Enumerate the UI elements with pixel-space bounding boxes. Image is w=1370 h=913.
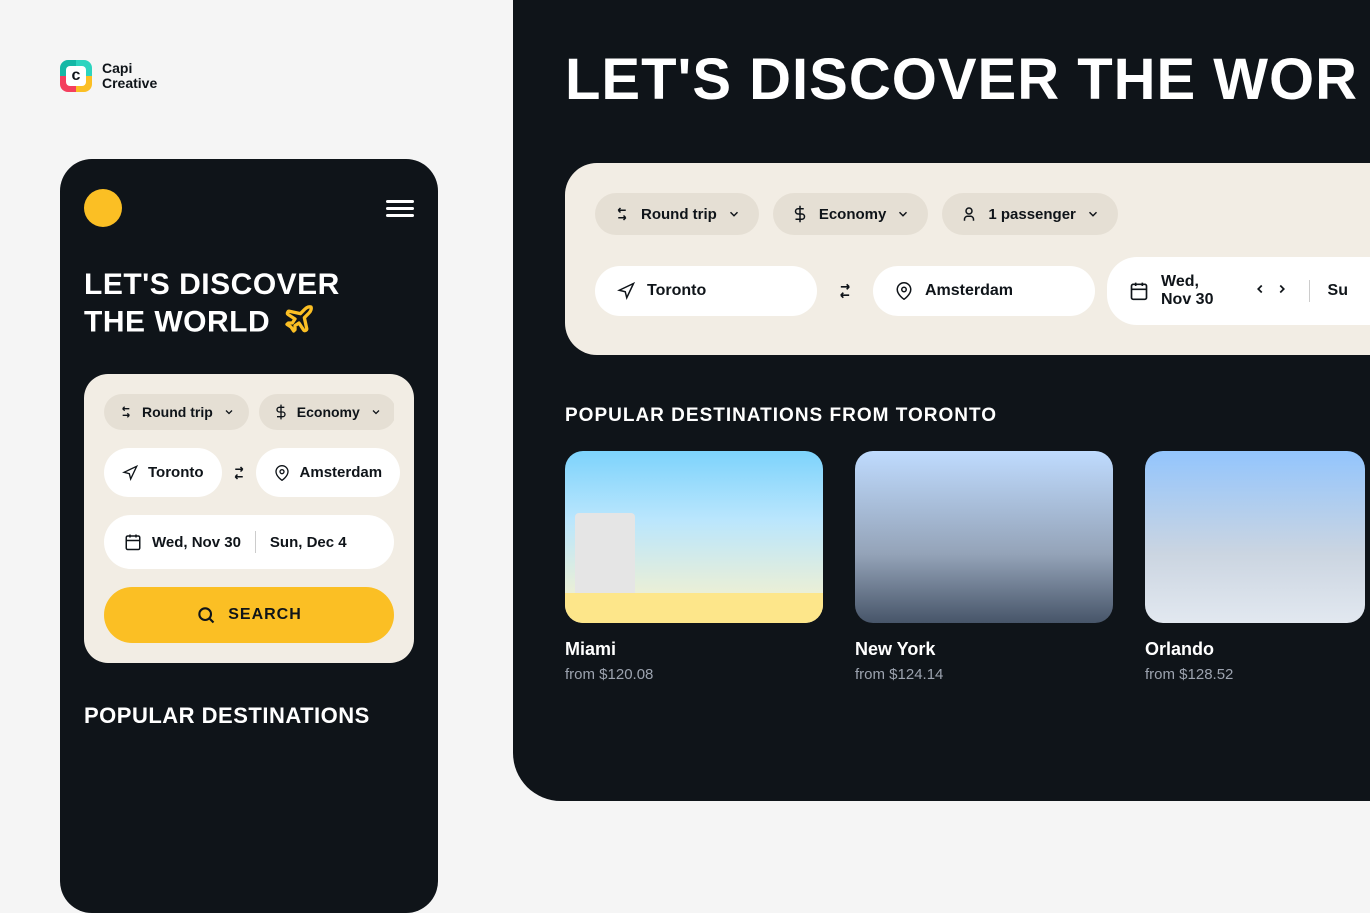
destination-image — [1145, 451, 1365, 623]
search-label: SEARCH — [228, 606, 302, 624]
from-input[interactable]: Toronto — [104, 448, 222, 497]
to-value: Amsterdam — [925, 282, 1013, 300]
date-input[interactable]: Wed, Nov 30 Sun, Dec 4 — [104, 515, 394, 569]
destination-price: from $124.14 — [855, 666, 1113, 683]
desktop-filters-row: Round trip Economy 1 passenger — [595, 193, 1370, 235]
trip-type-label: Round trip — [641, 206, 717, 223]
date-nav — [1251, 282, 1291, 301]
mobile-filters-row: Round trip Economy — [104, 394, 394, 430]
depart-date-value: Wed, Nov 30 — [1161, 273, 1231, 309]
destination-card-miami[interactable]: Miami from $120.08 — [565, 451, 823, 683]
logo-text: Capi Creative — [102, 61, 157, 92]
desktop-panel: LET'S DISCOVER THE WOR Round trip Econom… — [513, 0, 1370, 801]
cabin-select[interactable]: Economy — [259, 394, 394, 430]
return-date-value: Su — [1328, 282, 1348, 300]
person-icon — [960, 205, 978, 223]
to-input[interactable]: Amsterdam — [256, 448, 401, 497]
navigation-icon — [617, 282, 635, 300]
return-date: Sun, Dec 4 — [270, 534, 347, 551]
search-icon — [196, 605, 216, 625]
swap-icon — [230, 464, 248, 482]
logo-icon — [60, 60, 92, 92]
trip-type-select[interactable]: Round trip — [104, 394, 249, 430]
date-divider — [1309, 280, 1310, 302]
depart-date: Wed, Nov 30 — [124, 533, 241, 551]
destination-image — [565, 451, 823, 623]
destination-cards: Miami from $120.08 New York from $124.14… — [565, 451, 1370, 683]
cabin-select[interactable]: Economy — [773, 193, 929, 235]
chevron-down-icon — [896, 207, 910, 221]
logo-line1: Capi — [102, 61, 157, 76]
mobile-header — [84, 189, 414, 227]
destination-name: New York — [855, 639, 1113, 660]
desktop-inputs-row: Toronto Amsterdam Wed, Nov 30 — [595, 257, 1370, 325]
date-divider — [255, 531, 256, 553]
destination-card-newyork[interactable]: New York from $124.14 — [855, 451, 1113, 683]
from-value: Toronto — [647, 282, 706, 300]
title-line1: LET'S DISCOVER — [84, 268, 340, 301]
destination-price: from $128.52 — [1145, 666, 1365, 683]
desktop-section-title: POPULAR DESTINATIONS FROM TORONTO — [565, 405, 1370, 427]
logo-line2: Creative — [102, 76, 157, 91]
calendar-icon — [1129, 281, 1149, 301]
airplane-icon — [283, 303, 315, 344]
chevron-down-icon — [370, 406, 382, 418]
destination-name: Orlando — [1145, 639, 1365, 660]
destination-price: from $120.08 — [565, 666, 823, 683]
to-input[interactable]: Amsterdam — [873, 266, 1095, 316]
avatar[interactable] — [84, 189, 122, 227]
chevron-down-icon — [1086, 207, 1100, 221]
chevron-down-icon — [727, 207, 741, 221]
mobile-frame: LET'S DISCOVER THE WORLD Round trip Econ… — [60, 159, 438, 913]
return-date-value: Sun, Dec 4 — [270, 534, 347, 551]
mobile-section-title: POPULAR DESTINATIONS — [84, 703, 414, 729]
swap-icon — [613, 205, 631, 223]
title-line2: THE WORLD — [84, 305, 270, 338]
mobile-search-panel: Round trip Economy Toronto Amste — [84, 374, 414, 663]
date-next-button[interactable] — [1273, 282, 1291, 301]
passengers-select[interactable]: 1 passenger — [942, 193, 1118, 235]
swap-button[interactable] — [230, 455, 248, 491]
to-value: Amsterdam — [300, 464, 383, 481]
cabin-label: Economy — [819, 206, 887, 223]
mobile-location-row: Toronto Amsterdam — [104, 448, 394, 497]
location-pin-icon — [274, 465, 290, 481]
chevron-right-icon — [1275, 282, 1289, 296]
navigation-icon — [122, 465, 138, 481]
search-button[interactable]: SEARCH — [104, 587, 394, 643]
mobile-hero-title: LET'S DISCOVER THE WORLD — [84, 267, 414, 344]
cabin-label: Economy — [297, 404, 360, 420]
chevron-down-icon — [223, 406, 235, 418]
destination-image — [855, 451, 1113, 623]
desktop-search-panel: Round trip Economy 1 passenger Toronto — [565, 163, 1370, 355]
desktop-hero-title: LET'S DISCOVER THE WOR — [565, 46, 1370, 113]
from-input[interactable]: Toronto — [595, 266, 817, 316]
date-input[interactable]: Wed, Nov 30 Su — [1107, 257, 1370, 325]
passengers-label: 1 passenger — [988, 206, 1076, 223]
destination-name: Miami — [565, 639, 823, 660]
destination-card-orlando[interactable]: Orlando from $128.52 — [1145, 451, 1365, 683]
menu-button[interactable] — [386, 200, 414, 217]
calendar-icon — [124, 533, 142, 551]
dollar-icon — [791, 205, 809, 223]
date-prev-button[interactable] — [1251, 282, 1269, 301]
trip-type-label: Round trip — [142, 404, 213, 420]
brand-logo: Capi Creative — [60, 60, 157, 92]
location-pin-icon — [895, 282, 913, 300]
chevron-left-icon — [1253, 282, 1267, 296]
depart-date-value: Wed, Nov 30 — [152, 534, 241, 551]
swap-icon — [835, 281, 855, 301]
trip-type-select[interactable]: Round trip — [595, 193, 759, 235]
swap-button[interactable] — [829, 275, 861, 307]
from-value: Toronto — [148, 464, 204, 481]
